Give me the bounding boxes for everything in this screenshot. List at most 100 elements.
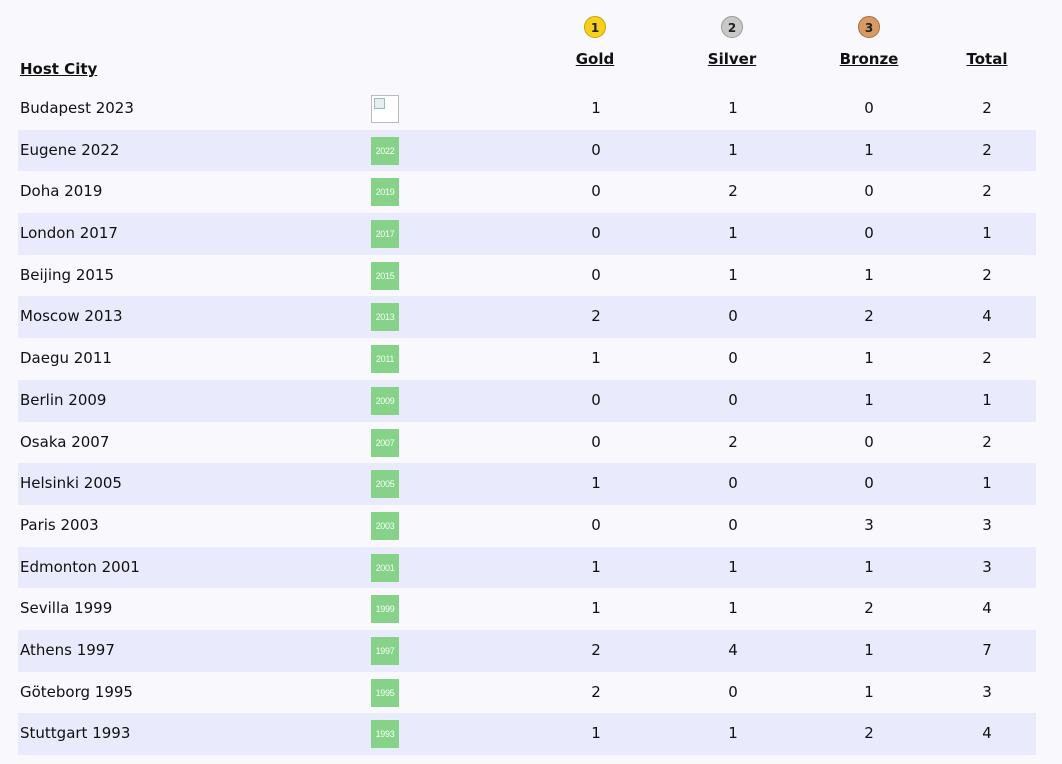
championship-logo[interactable]: 2013 <box>371 303 399 332</box>
gold-count-cell: 0 <box>591 432 601 451</box>
gold-count-cell: 0 <box>591 515 601 534</box>
bronze-column-header[interactable]: Bronze <box>834 50 904 68</box>
gold-column-header[interactable]: Gold <box>565 50 625 68</box>
medal-table: Host City 1 Gold 2 Silver 3 Bronze Total… <box>0 0 1062 764</box>
silver-count-cell: 4 <box>728 640 738 659</box>
silver-count-cell: 0 <box>728 390 738 409</box>
table-row: Paris 2003 2003 0 0 3 3 <box>18 505 1036 547</box>
total-column: Total <box>957 10 1017 86</box>
host-city-cell: Edmonton 2001 <box>20 557 140 576</box>
silver-count-cell: 1 <box>728 265 738 284</box>
championship-logo[interactable]: 2001 <box>371 553 399 582</box>
table-row: Athens 1997 1997 2 4 1 7 <box>18 629 1036 672</box>
total-count-cell: 2 <box>982 140 992 159</box>
host-city-column-header[interactable]: Host City <box>20 60 97 78</box>
table-row: Budapest 2023 1 1 0 2 <box>18 88 1036 130</box>
broken-image-icon[interactable] <box>371 95 399 123</box>
host-city-cell: Sevilla 1999 <box>20 599 113 618</box>
gold-count-cell: 1 <box>591 349 601 368</box>
table-row: London 2017 2017 0 1 0 1 <box>18 213 1036 255</box>
table-row: Göteborg 1995 1995 2 0 1 3 <box>18 672 1036 714</box>
silver-column: 2 Silver <box>702 10 762 86</box>
championship-logo[interactable]: 1995 <box>371 678 399 707</box>
total-count-cell: 1 <box>982 474 992 493</box>
total-count-cell: 4 <box>982 724 992 743</box>
championship-logo[interactable]: 2011 <box>371 345 399 374</box>
host-city-cell: Doha 2019 <box>20 182 103 201</box>
bronze-count-cell: 1 <box>864 140 874 159</box>
championship-logo[interactable]: 2005 <box>371 470 399 499</box>
bronze-count-cell: 1 <box>864 349 874 368</box>
total-count-cell: 3 <box>982 557 992 576</box>
silver-medal-icon: 2 <box>721 16 743 38</box>
total-count-cell: 2 <box>982 182 992 201</box>
host-city-cell: Göteborg 1995 <box>20 682 133 701</box>
table-row: Daegu 2011 2011 1 0 1 2 <box>18 338 1036 380</box>
table-row: Beijing 2015 2015 0 1 1 2 <box>18 255 1036 297</box>
table-row: Stuttgart 1993 1993 1 1 2 4 <box>18 713 1036 755</box>
total-count-cell: 3 <box>982 682 992 701</box>
table-row: Doha 2019 2019 0 2 0 2 <box>18 171 1036 213</box>
bronze-count-cell: 1 <box>864 640 874 659</box>
championship-logo[interactable]: 1997 <box>371 636 399 665</box>
gold-count-cell: 0 <box>591 390 601 409</box>
gold-count-cell: 1 <box>591 724 601 743</box>
table-header: Host City 1 Gold 2 Silver 3 Bronze Total <box>18 10 1036 86</box>
silver-count-cell: 1 <box>728 724 738 743</box>
host-city-cell: Budapest 2023 <box>20 99 134 117</box>
championship-logo[interactable]: 1993 <box>371 720 399 749</box>
total-count-cell: 3 <box>982 515 992 534</box>
total-count-cell: 1 <box>982 224 992 243</box>
bronze-count-cell: 0 <box>864 432 874 451</box>
silver-count-cell: 1 <box>728 140 738 159</box>
bronze-medal-icon: 3 <box>858 16 880 38</box>
table-row: Berlin 2009 2009 0 0 1 1 <box>18 379 1036 422</box>
silver-count-cell: 1 <box>728 557 738 576</box>
gold-count-cell: 1 <box>591 599 601 618</box>
bronze-count-cell: 2 <box>864 307 874 326</box>
championship-logo[interactable]: 2009 <box>371 386 399 415</box>
gold-count-cell: 0 <box>591 265 601 284</box>
host-city-cell: Osaka 2007 <box>20 432 110 451</box>
total-count-cell: 1 <box>982 390 992 409</box>
bronze-count-cell: 2 <box>864 599 874 618</box>
silver-column-header[interactable]: Silver <box>702 50 762 68</box>
championship-logo[interactable]: 2007 <box>371 428 399 457</box>
championship-logo[interactable]: 2017 <box>371 220 399 249</box>
silver-count-cell: 1 <box>728 599 738 618</box>
championship-logo[interactable]: 2003 <box>371 511 399 540</box>
bronze-count-cell: 1 <box>864 265 874 284</box>
total-count-cell: 7 <box>982 640 992 659</box>
table-row: Helsinki 2005 2005 1 0 0 1 <box>18 463 1036 505</box>
host-city-cell: Helsinki 2005 <box>20 474 122 493</box>
host-city-cell: London 2017 <box>20 224 118 243</box>
championship-logo[interactable]: 2015 <box>371 261 399 290</box>
silver-count-cell: 2 <box>728 182 738 201</box>
bronze-count-cell: 0 <box>864 182 874 201</box>
bronze-count-cell: 0 <box>864 474 874 493</box>
silver-count-cell: 0 <box>728 307 738 326</box>
total-column-header[interactable]: Total <box>957 50 1017 68</box>
bronze-count-cell: 1 <box>864 682 874 701</box>
gold-count-cell: 2 <box>591 682 601 701</box>
gold-count-cell: 0 <box>591 182 601 201</box>
table-row: Osaka 2007 2007 0 2 0 2 <box>18 422 1036 464</box>
bronze-count-cell: 3 <box>864 515 874 534</box>
championship-logo[interactable]: 2019 <box>371 178 399 207</box>
bronze-count-cell: 0 <box>864 99 874 117</box>
silver-count-cell: 1 <box>728 224 738 243</box>
host-city-cell: Beijing 2015 <box>20 265 114 284</box>
bronze-count-cell: 1 <box>864 557 874 576</box>
gold-medal-icon: 1 <box>584 16 606 38</box>
total-count-cell: 2 <box>982 432 992 451</box>
host-city-cell: Paris 2003 <box>20 515 99 534</box>
host-city-cell: Stuttgart 1993 <box>20 724 131 743</box>
championship-logo[interactable]: 1999 <box>371 595 399 624</box>
gold-count-cell: 0 <box>591 140 601 159</box>
championship-logo[interactable]: 2022 <box>371 136 399 165</box>
host-city-cell: Moscow 2013 <box>20 307 123 326</box>
silver-count-cell: 0 <box>728 349 738 368</box>
table-body: Budapest 2023 1 1 0 2 Eugene 2022 2022 0 1 1 2 Doha… <box>18 88 1036 755</box>
gold-count-cell: 2 <box>591 640 601 659</box>
silver-count-cell: 0 <box>728 474 738 493</box>
